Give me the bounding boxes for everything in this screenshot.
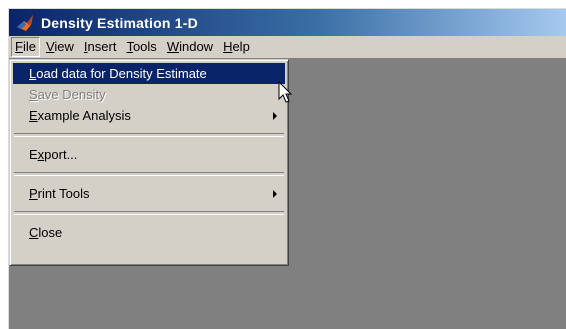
menu-item-print-tools[interactable]: Print Tools [13,183,285,204]
submenu-arrow-icon [273,112,277,120]
menu-tools[interactable]: Tools [122,37,160,57]
file-menu-dropdown: Load data for Density Estimate Save Dens… [9,59,289,266]
menu-bar: File View Insert Tools Window Help [9,36,566,58]
menu-separator [14,172,284,176]
menu-help[interactable]: Help [219,37,254,57]
mouse-pointer-icon [278,81,293,103]
menu-item-export[interactable]: Export... [13,144,285,165]
menu-separator [14,211,284,215]
menu-window[interactable]: Window [163,37,217,57]
menu-view[interactable]: View [42,37,78,57]
menu-item-close[interactable]: Close [13,222,285,243]
window-title: Density Estimation 1-D [41,14,198,31]
menu-separator [14,133,284,137]
submenu-arrow-icon [273,190,277,198]
title-bar[interactable]: Density Estimation 1-D [9,9,566,36]
menu-item-example-analysis[interactable]: Example Analysis [13,105,285,126]
matlab-logo-icon [17,14,33,31]
menu-insert[interactable]: Insert [80,37,121,57]
menu-file[interactable]: File [11,37,40,57]
menu-item-load-data[interactable]: Load data for Density Estimate [13,63,285,84]
menu-item-save-density: Save Density [29,87,106,102]
